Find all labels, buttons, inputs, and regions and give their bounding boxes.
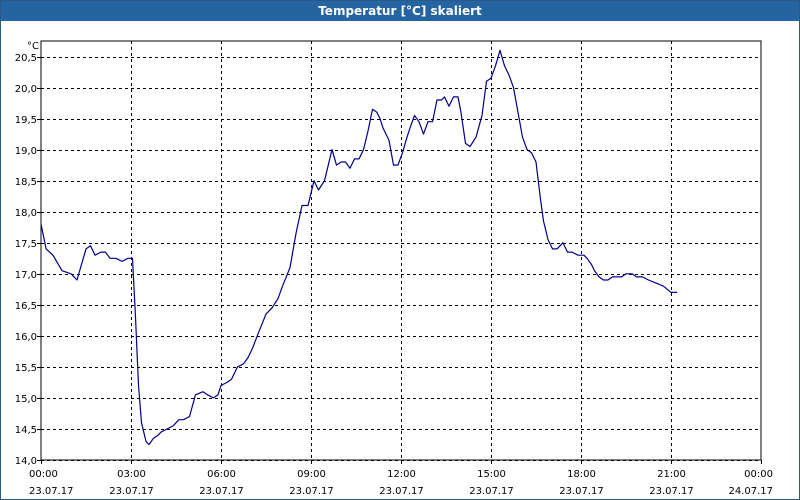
chart-window: Temperatur [°C] skaliert °C 14,0 14,5 15,0… — [0, 0, 800, 500]
x-tick-time-label: 06:00 — [207, 469, 236, 480]
y-axis-unit-label: °C — [27, 41, 39, 52]
x-tick-date-label: 23.07.17 — [379, 486, 424, 497]
x-tick-date-label: 23.07.17 — [199, 486, 244, 497]
y-tick-label: 16,0 — [15, 332, 37, 343]
y-tick-label: 15,0 — [15, 394, 37, 405]
y-tick-label: 19,5 — [15, 115, 37, 126]
y-tick-label: 14,0 — [15, 456, 37, 467]
x-tick-time-label: 18:00 — [567, 469, 596, 480]
x-tick-time-label: 03:00 — [117, 469, 146, 480]
x-tick-time-label: 09:00 — [297, 469, 326, 480]
y-tick-label: 20,5 — [15, 53, 37, 64]
grid — [41, 41, 761, 461]
x-tick-date-label: 23.07.17 — [649, 486, 694, 497]
x-tick-time-label: 15:00 — [477, 469, 506, 480]
temperature-chart: °C 14,014,515,015,516,016,517,017,518,01… — [15, 40, 773, 497]
x-tick-date-label: 23.07.17 — [469, 486, 514, 497]
y-tick-label: 20,0 — [15, 84, 37, 95]
x-tick-time-label: 00:00 — [744, 469, 773, 480]
y-axis-ticks: 14,0 14,5 15,0 15,5 16,0 16,5 17,0 17,5 18,0 18,5… — [15, 53, 41, 467]
x-tick-date-label: 23.07.17 — [289, 486, 334, 497]
x-tick-time-label: 12:00 — [387, 469, 416, 480]
x-tick-time-label: 00:00 — [29, 469, 58, 480]
y-tick-label: 17,5 — [15, 239, 37, 250]
y-tick-label: 15,5 — [15, 363, 37, 374]
y-tick-label: 17,0 — [15, 270, 37, 281]
y-tick-label: 18,5 — [15, 177, 37, 188]
y-tick-label: 16,5 — [15, 301, 37, 312]
x-tick-date-label: 23.07.17 — [29, 486, 74, 497]
y-tick-label: 14,5 — [15, 425, 37, 436]
y-tick-label: 19,0 — [15, 146, 37, 157]
x-axis-ticks: 00:00 23.07.17 03:00 23.07.17 06:00 23.07.17 0… — [29, 460, 773, 497]
x-tick-time-label: 21:00 — [657, 469, 686, 480]
y-tick-label: 18,0 — [15, 208, 37, 219]
x-tick-date-label: 24.07.17 — [728, 486, 773, 497]
x-tick-date-label: 23.07.17 — [559, 486, 604, 497]
x-tick-date-label: 23.07.17 — [109, 486, 154, 497]
